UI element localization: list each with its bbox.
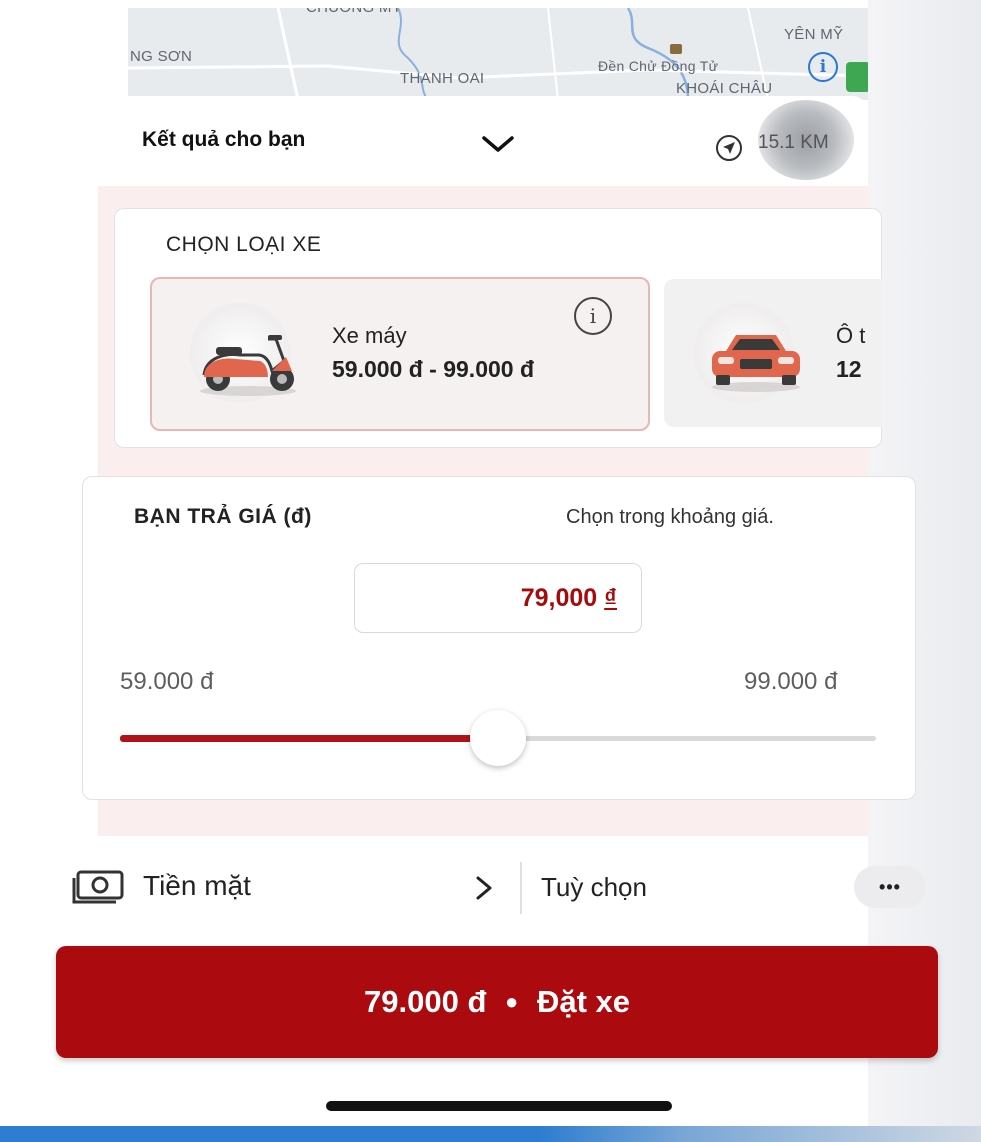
vehicle-price-motorbike: 59.000 đ - 99.000 đ [332,356,535,382]
results-title: Kết quả cho bạn [142,128,306,151]
price-slider-handle[interactable] [470,710,526,766]
navigation-arrow-icon [716,135,742,161]
map-label-chuong-my: CHUONG MỸ [306,8,402,16]
bid-section-title: BẠN TRẢ GIÁ (đ) [134,505,312,528]
scooter-icon [200,335,296,396]
book-ride-label: 79.000 đ ● Đặt xe [56,984,938,1020]
vehicle-option-motorbike[interactable]: Xe máy 59.000 đ - 99.000 đ i [150,277,650,431]
payment-method-label[interactable]: Tiền mặt [143,870,251,902]
landmark-pin-icon [670,44,682,54]
book-ride-separator: ● [505,989,519,1014]
price-input-currency: ₫ [604,584,617,612]
map-label-ng-son: NG SƠN [130,48,193,65]
map-label-thanh-oai: THANH OAI [400,70,485,87]
more-icon: ••• [879,877,901,897]
background-bottom-bar [0,1126,981,1142]
cash-icon[interactable] [70,870,126,906]
price-input-value: 79,000 ₫ [521,584,617,613]
vehicle-price-car: 12 [836,356,862,382]
car-icon [712,335,800,392]
book-ride-button[interactable]: 79.000 đ ● Đặt xe [56,946,938,1058]
price-input-amount: 79,000 [520,584,598,612]
chevron-right-icon[interactable] [472,874,496,902]
price-input[interactable]: 79,000 ₫ [354,563,642,633]
map-info-icon[interactable]: i [808,52,838,82]
map-label-khoai-chau: KHOÁI CHÂU [676,80,773,97]
vehicle-info-icon[interactable]: i [574,297,612,335]
more-options-button[interactable]: ••• [854,866,926,908]
book-ride-action: Đặt xe [536,984,630,1019]
vehicle-section-title: CHỌN LOẠI XE [166,233,322,256]
home-indicator[interactable] [326,1101,672,1111]
options-label[interactable]: Tuỳ chọn [541,872,647,903]
map-poi-marker-icon [846,62,870,92]
bid-hint: Chọn trong khoảng giá. [566,506,774,528]
chevron-down-icon[interactable] [478,130,518,158]
distance-label: 15.1 KM [758,132,829,153]
map-label-yen-my: YÊN MỸ [784,26,844,43]
price-slider-fill [120,735,498,742]
range-min-label: 59.000 đ [120,668,214,695]
map-label-den-chu-dong-tu: Đền Chử Đồng Tử [598,58,719,74]
payment-divider [520,862,522,914]
vehicle-name-motorbike: Xe máy [332,323,407,348]
range-max-label: 99.000 đ [744,668,838,695]
vehicle-name-car: Ô t [836,323,866,348]
vehicle-option-car[interactable]: Ô t 12 [664,279,882,427]
book-ride-price: 79.000 đ [364,984,487,1019]
map-view[interactable]: CHUONG MỸ YÊN MỸ NG SƠN THANH OAI Đền Ch… [128,8,870,100]
